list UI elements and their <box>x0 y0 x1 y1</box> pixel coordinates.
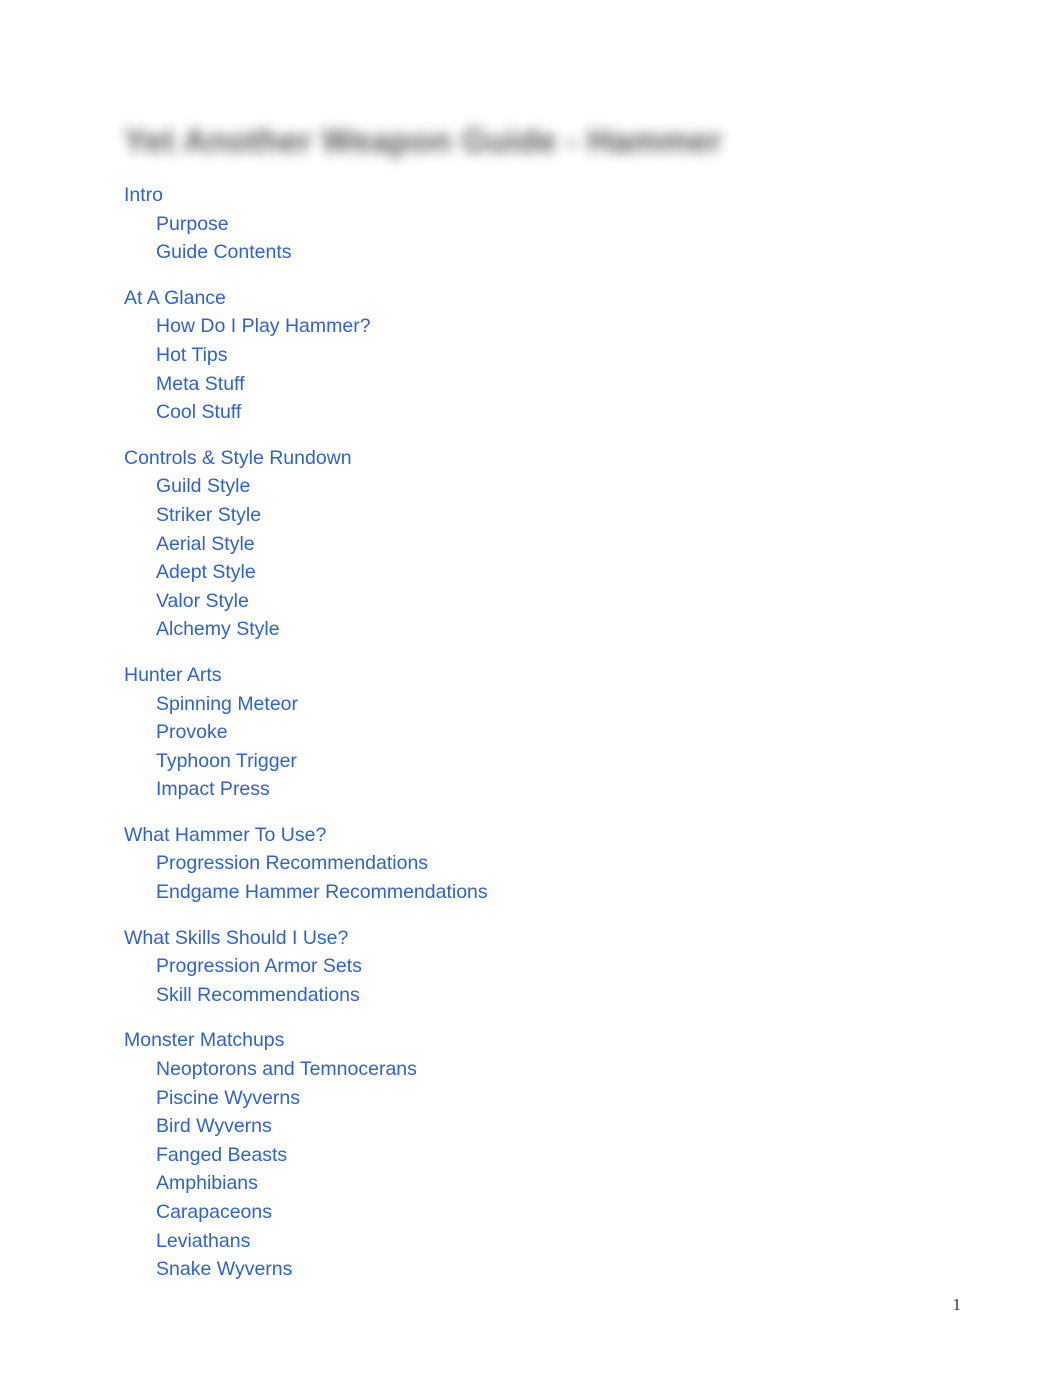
toc-item-link[interactable]: Meta Stuff <box>156 370 1062 399</box>
toc-item-link[interactable]: Guild Style <box>156 472 1062 501</box>
toc-group: What Skills Should I Use? Progression Arm… <box>0 924 1062 1010</box>
toc-item-link[interactable]: Snake Wyverns <box>156 1255 1062 1284</box>
toc-item-link[interactable]: Alchemy Style <box>156 615 1062 644</box>
toc-item-link[interactable]: How Do I Play Hammer? <box>156 312 1062 341</box>
toc-heading-link[interactable]: Controls & Style Rundown <box>124 444 1062 473</box>
toc-heading-link[interactable]: Hunter Arts <box>124 661 1062 690</box>
toc-group: Controls & Style Rundown Guild Style Strik… <box>0 444 1062 644</box>
toc-item-link[interactable]: Striker Style <box>156 501 1062 530</box>
toc-item-link[interactable]: Skill Recommendations <box>156 981 1062 1010</box>
document-title: Yet Another Weapon Guide - Hammer <box>124 122 723 159</box>
toc-group: Hunter Arts Spinning Meteor Provoke Typhoon… <box>0 661 1062 804</box>
toc-item-link[interactable]: Hot Tips <box>156 341 1062 370</box>
toc-group: At A Glance How Do I Play Hammer? Hot Tips… <box>0 284 1062 427</box>
toc-item-link[interactable]: Typhoon Trigger <box>156 747 1062 776</box>
toc-item-link[interactable]: Valor Style <box>156 587 1062 616</box>
toc-item-link[interactable]: Carapaceons <box>156 1198 1062 1227</box>
toc-item-link[interactable]: Purpose <box>156 210 1062 239</box>
toc-item-link[interactable]: Progression Recommendations <box>156 849 1062 878</box>
toc-group: Monster Matchups Neoptorons and Temnocera… <box>0 1026 1062 1283</box>
toc-item-link[interactable]: Neoptorons and Temnocerans <box>156 1055 1062 1084</box>
toc-group: Intro Purpose Guide Contents <box>0 181 1062 267</box>
toc-heading-link[interactable]: At A Glance <box>124 284 1062 313</box>
toc-item-link[interactable]: Leviathans <box>156 1227 1062 1256</box>
page-number: 1 <box>952 1295 962 1314</box>
toc-item-link[interactable]: Fanged Beasts <box>156 1141 1062 1170</box>
toc-item-link[interactable]: Provoke <box>156 718 1062 747</box>
toc-group: What Hammer To Use? Progression Recommend… <box>0 821 1062 907</box>
toc-item-link[interactable]: Aerial Style <box>156 530 1062 559</box>
toc-item-link[interactable]: Impact Press <box>156 775 1062 804</box>
toc-item-link[interactable]: Spinning Meteor <box>156 690 1062 719</box>
toc-item-link[interactable]: Piscine Wyverns <box>156 1084 1062 1113</box>
toc-heading-link[interactable]: What Hammer To Use? <box>124 821 1062 850</box>
toc-item-link[interactable]: Endgame Hammer Recommendations <box>156 878 1062 907</box>
toc-heading-link[interactable]: Monster Matchups <box>124 1026 1062 1055</box>
document-page: Yet Another Weapon Guide - Hammer Intro P… <box>0 0 1062 1377</box>
toc-item-link[interactable]: Progression Armor Sets <box>156 952 1062 981</box>
table-of-contents: Intro Purpose Guide Contents At A Glance How… <box>0 181 1062 1284</box>
toc-heading-link[interactable]: Intro <box>124 181 1062 210</box>
toc-heading-link[interactable]: What Skills Should I Use? <box>124 924 1062 953</box>
toc-item-link[interactable]: Guide Contents <box>156 238 1062 267</box>
toc-item-link[interactable]: Bird Wyverns <box>156 1112 1062 1141</box>
toc-item-link[interactable]: Amphibians <box>156 1169 1062 1198</box>
toc-item-link[interactable]: Cool Stuff <box>156 398 1062 427</box>
toc-item-link[interactable]: Adept Style <box>156 558 1062 587</box>
